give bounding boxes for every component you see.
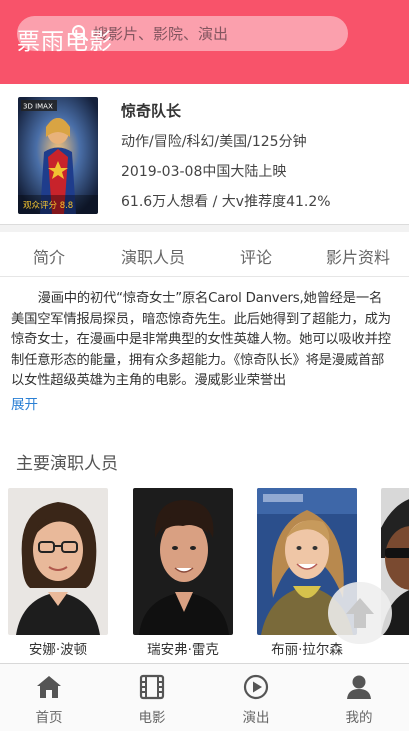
svg-text:3D IMAX: 3D IMAX bbox=[23, 103, 53, 111]
tab-movie-info[interactable]: 影片资料 bbox=[326, 244, 390, 268]
synopsis-text: 漫画中的初代“惊奇女士”原名Carol Danvers,她曾经是一名美国空军情报… bbox=[11, 291, 391, 389]
search-input[interactable] bbox=[17, 16, 348, 51]
user-icon bbox=[347, 675, 371, 699]
expand-link[interactable]: 展开 bbox=[11, 393, 38, 413]
tab-reviews[interactable]: 评论 bbox=[240, 244, 272, 268]
movie-stats: 61.6万人想看 / 大v推荐度41.2% bbox=[121, 194, 331, 210]
nav-home-label: 首页 bbox=[35, 710, 63, 726]
tab-intro[interactable]: 简介 bbox=[33, 244, 65, 268]
cast-card[interactable]: 安娜·波顿 bbox=[8, 488, 108, 658]
detail-tabs: 简介 演职人员 评论 影片资料 bbox=[0, 232, 409, 277]
svg-text:观众评分 8.8: 观众评分 8.8 bbox=[23, 201, 73, 211]
nav-movies[interactable]: 电影 bbox=[112, 664, 192, 731]
play-icon bbox=[243, 674, 269, 700]
movie-genre-duration: 动作/冒险/科幻/美国/125分钟 bbox=[121, 134, 307, 150]
tab-cast[interactable]: 演职人员 bbox=[121, 244, 185, 268]
cast-section-title: 主要演职人员 bbox=[16, 454, 118, 474]
movie-poster[interactable]: 3D IMAX 观众评分 8.8 bbox=[18, 97, 98, 214]
arrow-up-icon bbox=[346, 598, 374, 628]
search-box[interactable] bbox=[17, 16, 348, 51]
nav-shows[interactable]: 演出 bbox=[216, 664, 296, 731]
home-icon bbox=[37, 676, 61, 698]
movie-info: 3D IMAX 观众评分 8.8 惊奇队长 动作/冒险/科幻/美国/125分钟 … bbox=[0, 84, 409, 224]
poster-image: 3D IMAX 观众评分 8.8 bbox=[18, 97, 98, 214]
section-divider bbox=[0, 224, 409, 232]
movie-detail-page: 票雨电影 3D IMAX bbox=[0, 0, 409, 731]
header: 票雨电影 bbox=[0, 0, 409, 84]
cast-name: 瑞安弗·雷克 bbox=[147, 642, 219, 658]
cast-name: 安娜·波顿 bbox=[28, 642, 88, 658]
cast-photo bbox=[8, 488, 108, 635]
nav-home[interactable]: 首页 bbox=[9, 664, 89, 731]
nav-shows-label: 演出 bbox=[242, 710, 270, 726]
nav-profile-label: 我的 bbox=[345, 710, 373, 726]
film-icon bbox=[139, 674, 165, 700]
cast-photo bbox=[133, 488, 233, 635]
nav-movies-label: 电影 bbox=[138, 710, 166, 726]
cast-card[interactable]: 瑞安弗·雷克 bbox=[133, 488, 233, 658]
back-to-top-button[interactable] bbox=[328, 582, 392, 644]
nav-profile[interactable]: 我的 bbox=[319, 664, 399, 731]
movie-title: 惊奇队长 bbox=[121, 102, 182, 120]
bottom-nav: 首页 电影 演出 我的 bbox=[0, 663, 409, 731]
movie-release-date: 2019-03-08中国大陆上映 bbox=[121, 164, 287, 180]
